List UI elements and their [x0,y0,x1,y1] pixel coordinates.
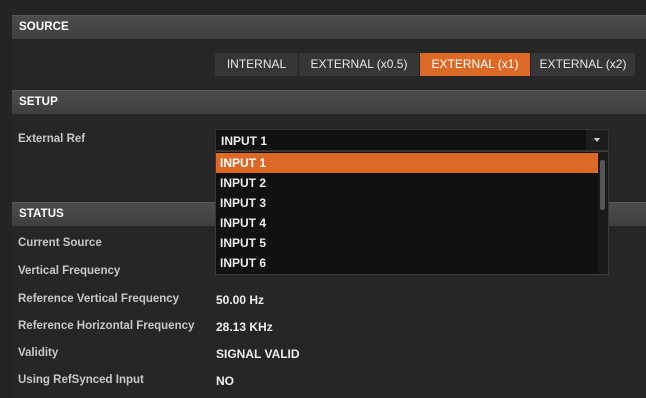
dropdown-scrollbar[interactable] [598,152,608,274]
source-internal-button[interactable]: INTERNAL [215,53,299,76]
dropdown-scrollbar-thumb[interactable] [600,160,605,210]
external-ref-dropdown-list: INPUT 1 INPUT 2 INPUT 3 INPUT 4 INPUT 5 … [215,151,609,275]
dropdown-option-input-2[interactable]: INPUT 2 [216,173,599,193]
status-value-using-refsynced-input: NO [216,374,234,388]
chevron-down-icon[interactable] [586,130,608,150]
status-label-validity: Validity [18,347,59,359]
external-ref-select[interactable]: INPUT 1 [215,129,609,151]
external-ref-select-value: INPUT 1 [221,134,268,148]
status-label-ref-vertical-frequency: Reference Vertical Frequency [18,293,180,305]
source-external-x2-button[interactable]: EXTERNAL (x2) [531,53,635,76]
setup-section-header: SETUP [12,90,646,114]
status-header-label: STATUS [19,208,64,220]
dropdown-option-input-3[interactable]: INPUT 3 [216,193,599,213]
dropdown-option-input-5[interactable]: INPUT 5 [216,233,599,253]
status-label-current-source: Current Source [18,237,102,249]
status-label-ref-horizontal-frequency: Reference Horizontal Frequency [18,320,195,332]
status-value-ref-vertical-frequency: 50.00 Hz [216,293,265,307]
source-external-x1-button[interactable]: EXTERNAL (x1) [420,53,531,76]
external-ref-label: External Ref [18,133,86,145]
source-button-group: INTERNAL EXTERNAL (x0.5) EXTERNAL (x1) E… [215,53,635,76]
dropdown-option-input-6[interactable]: INPUT 6 [216,253,599,273]
source-external-x05-button[interactable]: EXTERNAL (x0.5) [299,53,420,76]
status-label-vertical-frequency: Vertical Frequency [18,265,121,277]
dropdown-option-input-1[interactable]: INPUT 1 [216,153,599,173]
source-section-header: SOURCE [12,15,646,39]
status-label-using-refsynced-input: Using RefSynced Input [18,374,144,386]
status-value-validity: SIGNAL VALID [216,347,300,361]
setup-header-label: SETUP [19,96,58,108]
source-header-label: SOURCE [19,21,69,33]
status-value-ref-horizontal-frequency: 28.13 KHz [216,320,273,334]
dropdown-option-input-4[interactable]: INPUT 4 [216,213,599,233]
